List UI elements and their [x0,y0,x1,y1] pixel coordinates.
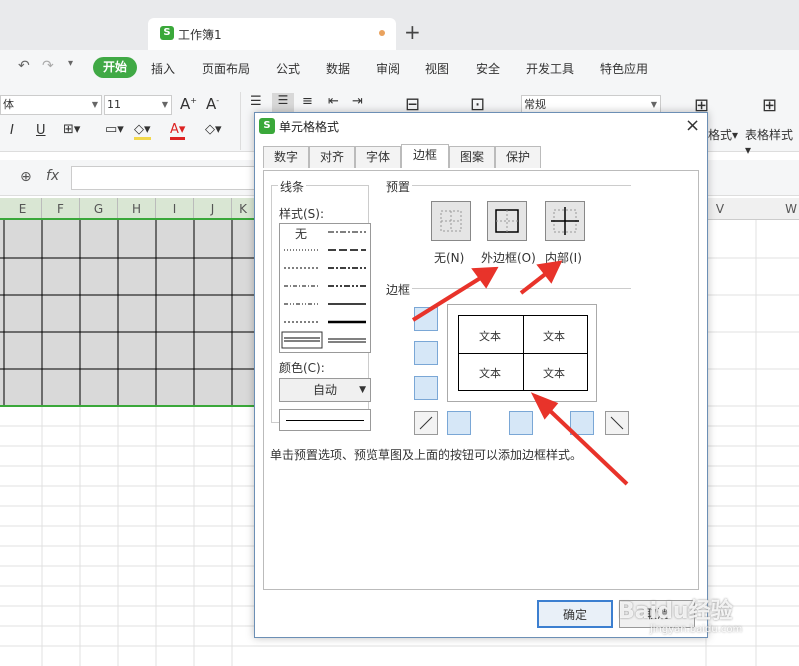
annotation-arrows [411,260,629,486]
watermark: Baidu经验 [618,599,733,624]
watermark-url: jingyan.baidu.com [650,624,743,635]
